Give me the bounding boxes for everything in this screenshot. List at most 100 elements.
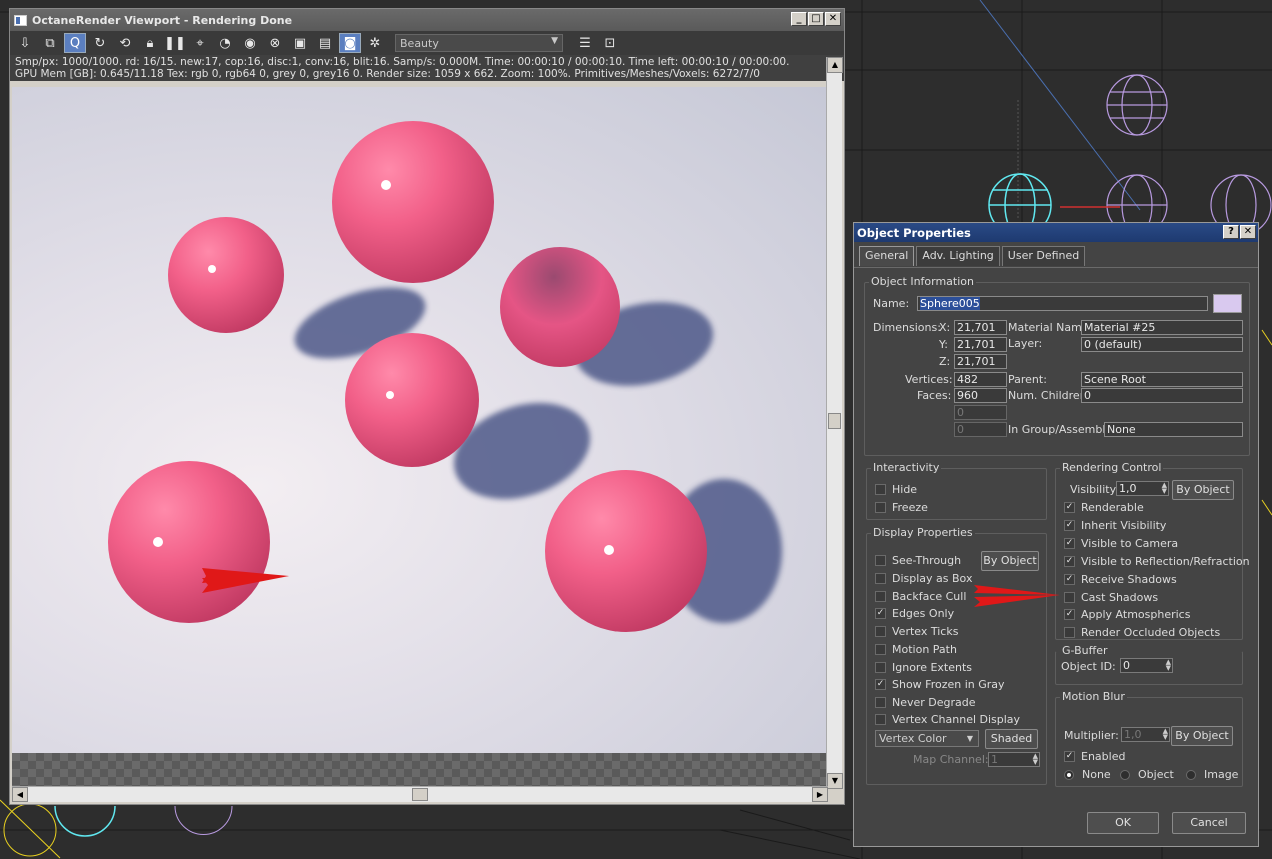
render-region-icon[interactable]: ▤ <box>314 33 336 53</box>
tab-user-defined[interactable]: User Defined <box>1001 246 1086 266</box>
object-id-label: Object ID: <box>1061 660 1116 673</box>
render-image-area[interactable] <box>12 87 828 787</box>
visibility-label: Visibility: <box>1070 483 1120 496</box>
render-pass-select[interactable]: Beauty ▼ <box>395 34 563 52</box>
group-label: Interactivity <box>871 461 942 474</box>
save-image-icon[interactable]: ⊡ <box>599 33 621 53</box>
object-id-spinner[interactable]: 0 ▲ ▼ <box>1120 658 1173 673</box>
dialog-title: Object Properties <box>857 225 971 240</box>
rendering-control-group: Rendering Control Visibility: 1,0 ▲ ▼ By O… <box>1055 461 1250 640</box>
ignore-extents-checkbox[interactable]: Ignore Extents <box>875 661 972 674</box>
freeze-checkbox[interactable]: Freeze <box>875 501 928 514</box>
white-balance-icon[interactable]: ◔ <box>214 33 236 53</box>
gbuffer-group: G-Buffer Object ID: 0 ▲ ▼ <box>1055 644 1243 685</box>
motion-blur-enabled-checkbox[interactable]: ✓ Enabled <box>1064 750 1125 763</box>
display-as-box-checkbox[interactable]: Display as Box <box>875 572 972 585</box>
backface-cull-checkbox[interactable]: Backface Cull <box>875 590 966 603</box>
refresh-icon[interactable]: ↻ <box>89 33 111 53</box>
octane-title-bar[interactable]: OctaneRender Viewport - Rendering Done _… <box>10 9 844 31</box>
num-children-label: Num. Children: <box>1008 389 1091 402</box>
faces-value: 960 <box>954 388 1007 403</box>
motion-blur-image-radio[interactable]: Image <box>1186 768 1238 781</box>
motion-blur-object-radio[interactable]: Object <box>1120 768 1174 781</box>
scroll-thumb[interactable] <box>828 413 841 429</box>
name-field[interactable]: Sphere005 <box>917 296 1208 311</box>
dialog-title-bar[interactable]: Object Properties ? ✕ <box>854 223 1258 242</box>
help-button[interactable]: ? <box>1223 225 1239 239</box>
map-channel-label: Map Channel: <box>913 753 989 766</box>
never-degrade-checkbox[interactable]: Never Degrade <box>875 696 976 709</box>
renderable-checkbox[interactable]: ✓ Renderable <box>1064 501 1144 514</box>
visibility-spinner[interactable]: 1,0 ▲ ▼ <box>1116 481 1169 496</box>
close-button[interactable]: ✕ <box>1240 225 1256 239</box>
chevron-down-icon: ▼ <box>966 734 973 743</box>
render-by-object-button[interactable]: By Object <box>1172 480 1234 500</box>
visible-to-reflection-checkbox[interactable]: ✓ Visible to Reflection/Refraction <box>1064 555 1250 568</box>
inherit-visibility-checkbox[interactable]: ✓ Inherit Visibility <box>1064 519 1166 532</box>
scroll-up-icon[interactable]: ▲ <box>827 57 843 73</box>
apply-atmospherics-checkbox[interactable]: ✓ Apply Atmospherics <box>1064 608 1190 621</box>
horizontal-scrollbar[interactable]: ◀ ▶ <box>12 786 828 802</box>
edges-only-checkbox[interactable]: ✓ Edges Only <box>875 607 954 620</box>
scroll-thumb-horizontal[interactable] <box>412 788 428 801</box>
multiplier-spinner[interactable]: 1,0 ▲ ▼ <box>1121 727 1170 742</box>
vertical-scrollbar[interactable]: ▲ ▼ <box>826 57 843 789</box>
vertex-channel-display-checkbox[interactable]: Vertex Channel Display <box>875 713 1020 726</box>
object-color-swatch[interactable] <box>1213 294 1242 313</box>
clay-mode-icon[interactable]: ◙ <box>339 33 361 53</box>
material-picker-icon[interactable]: ◉ <box>239 33 261 53</box>
show-frozen-gray-checkbox[interactable]: ✓ Show Frozen in Gray <box>875 678 1005 691</box>
settings-icon[interactable]: ✲ <box>364 33 386 53</box>
scroll-right-icon[interactable]: ▶ <box>812 787 828 802</box>
display-properties-group: Display Properties By Object See-Through… <box>866 526 1047 785</box>
group-label: Motion Blur <box>1060 690 1127 703</box>
camera-picker-icon[interactable]: ▣ <box>289 33 311 53</box>
motion-path-checkbox[interactable]: Motion Path <box>875 643 957 656</box>
motion-blur-by-object-button[interactable]: By Object <box>1171 726 1233 746</box>
parent-label: Parent: <box>1008 373 1047 386</box>
minimize-button[interactable]: _ <box>791 12 807 26</box>
list-icon[interactable]: ☰ <box>574 33 596 53</box>
annotation-arrow <box>974 585 1060 607</box>
object-properties-dialog[interactable]: Object Properties ? ✕ General Adv. Light… <box>853 222 1259 847</box>
group-assembly-value: None <box>1104 422 1243 437</box>
vertex-color-dropdown[interactable]: Vertex Color ▼ <box>875 730 979 747</box>
import-icon[interactable]: ⇩ <box>14 33 36 53</box>
close-button[interactable]: ✕ <box>825 12 841 26</box>
pause-icon[interactable]: ❚❚ <box>164 33 186 53</box>
name-label: Name: <box>873 297 910 310</box>
quality-icon[interactable]: Q <box>64 33 86 53</box>
ok-button[interactable]: OK <box>1087 812 1159 834</box>
copy-icon[interactable]: ⧉ <box>39 33 61 53</box>
dimension-y-value: 21,701 <box>954 337 1007 352</box>
dimension-x-value: 21,701 <box>954 320 1007 335</box>
render-stats: Smp/px: 1000/1000. rd: 16/15. new:17, co… <box>10 55 844 81</box>
group-label: G-Buffer <box>1060 644 1110 657</box>
lock-icon[interactable]: 🔒︎ <box>139 33 161 53</box>
display-by-object-button[interactable]: By Object <box>981 551 1039 571</box>
octane-window-title: OctaneRender Viewport - Rendering Done <box>32 13 293 27</box>
reset-icon[interactable]: ⟲ <box>114 33 136 53</box>
cast-shadows-checkbox[interactable]: Cast Shadows <box>1064 591 1158 604</box>
visible-to-camera-checkbox[interactable]: ✓ Visible to Camera <box>1064 537 1178 550</box>
tab-general[interactable]: General <box>859 246 915 266</box>
hide-checkbox[interactable]: Hide <box>875 483 917 496</box>
scroll-left-icon[interactable]: ◀ <box>12 787 28 802</box>
vertex-ticks-checkbox[interactable]: Vertex Ticks <box>875 625 958 638</box>
scroll-down-icon[interactable]: ▼ <box>827 773 843 789</box>
octane-viewport-window[interactable]: OctaneRender Viewport - Rendering Done _… <box>9 8 845 805</box>
receive-shadows-checkbox[interactable]: ✓ Receive Shadows <box>1064 573 1177 586</box>
see-through-checkbox[interactable]: See-Through <box>875 554 961 567</box>
object-picker-icon[interactable]: ⊗ <box>264 33 286 53</box>
map-channel-spinner[interactable]: 1 ▲ ▼ <box>988 752 1040 767</box>
motion-blur-none-radio[interactable]: None <box>1064 768 1111 781</box>
tab-adv-lighting[interactable]: Adv. Lighting <box>916 246 1000 266</box>
cancel-button[interactable]: Cancel <box>1172 812 1246 834</box>
render-stats-line-1: Smp/px: 1000/1000. rd: 16/15. new:17, co… <box>15 56 790 68</box>
render-occluded-checkbox[interactable]: Render Occluded Objects <box>1064 626 1220 639</box>
shaded-button[interactable]: Shaded <box>985 729 1038 749</box>
multiplier-label: Multiplier: <box>1064 729 1119 742</box>
material-name-label: Material Name: <box>1008 321 1093 334</box>
focus-picker-icon[interactable]: ⌖ <box>189 33 211 53</box>
maximize-button[interactable]: □ <box>808 12 824 26</box>
